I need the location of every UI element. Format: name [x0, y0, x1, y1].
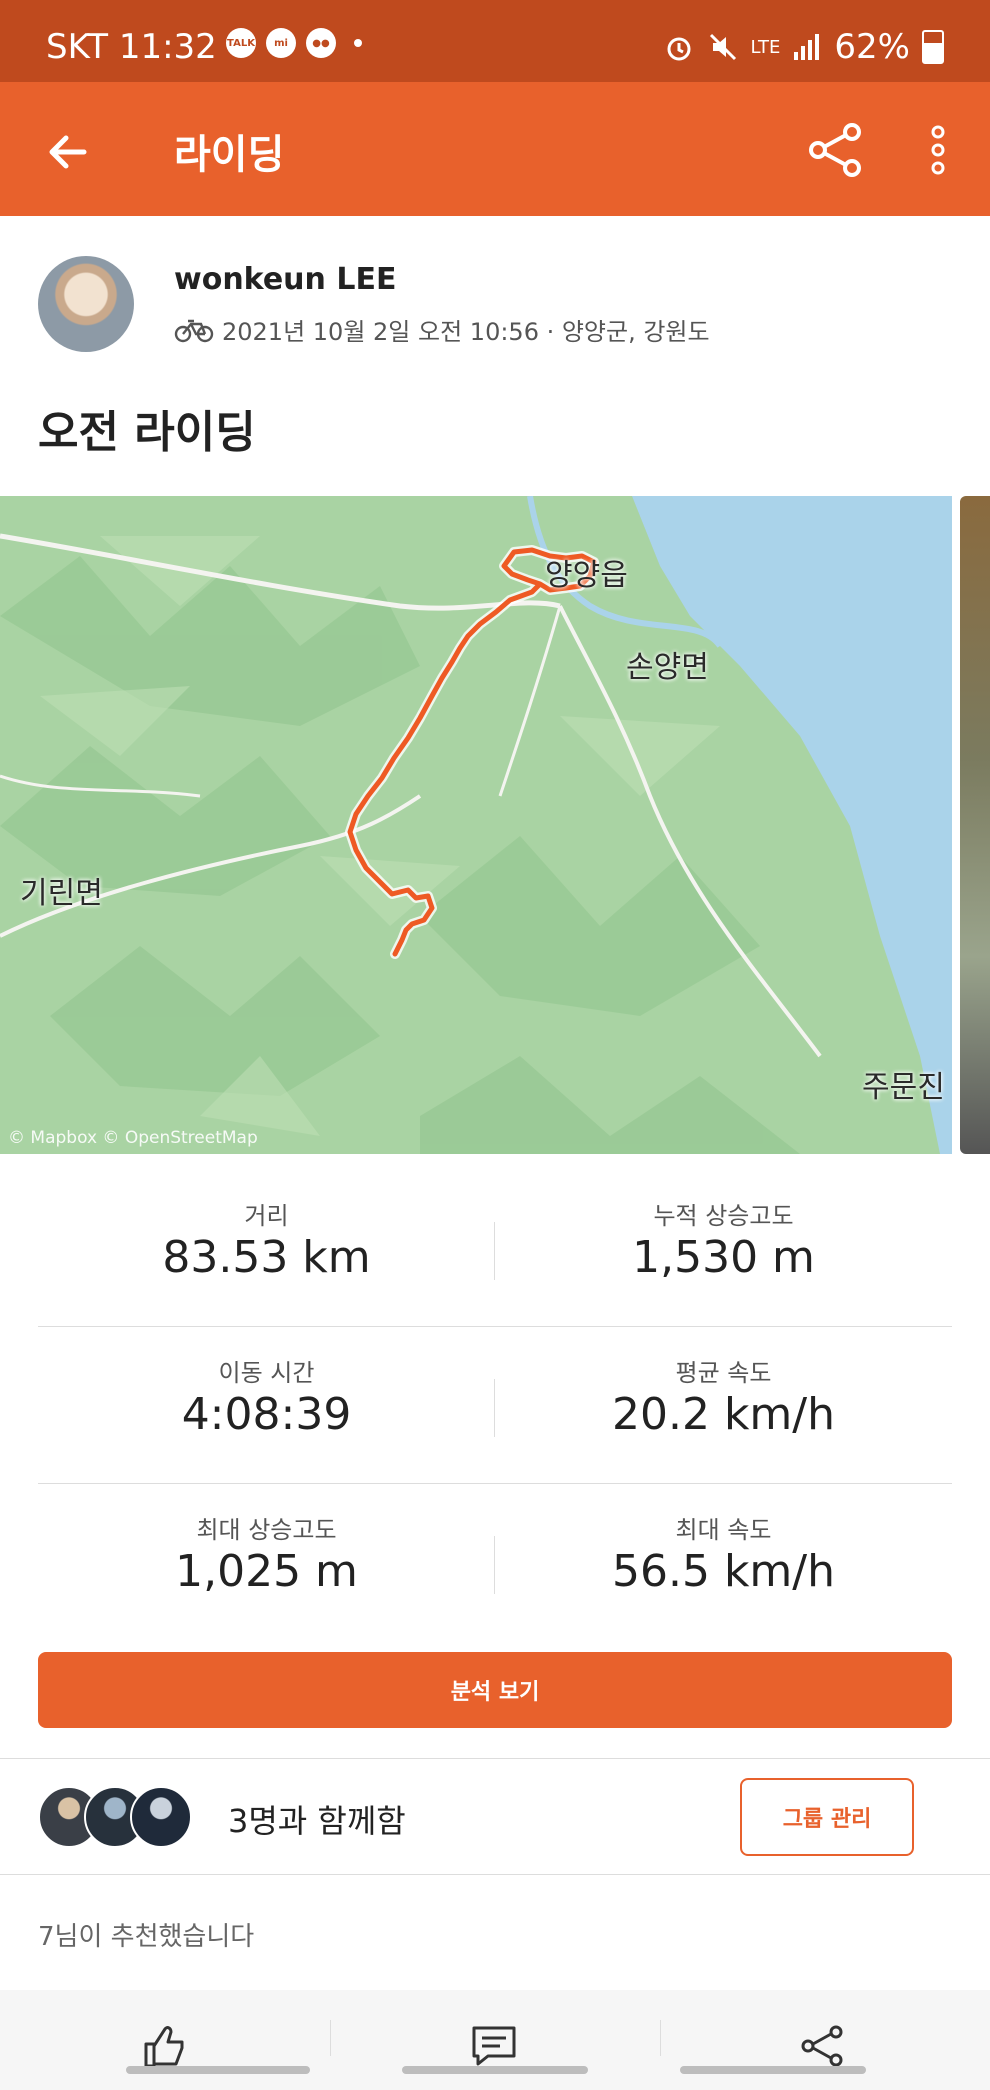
more-options-icon[interactable] [920, 118, 956, 182]
more-notifications-dot-icon [354, 39, 362, 47]
divider [660, 2020, 661, 2056]
share-icon[interactable] [796, 2020, 848, 2072]
signal-icon [794, 34, 820, 60]
athlete-name[interactable]: wonkeun LEE [174, 262, 396, 297]
stat-value: 1,025 m [175, 1546, 358, 1597]
stat-max-speed: 최대 속도 56.5 km/h [495, 1484, 952, 1640]
stat-label: 최대 속도 [675, 1516, 772, 1544]
activity-meta: 2021년 10월 2일 오전 10:56 · 양양군, 강원도 [174, 312, 710, 347]
thumbs-up-icon[interactable] [140, 2020, 192, 2072]
stat-avg-speed: 평균 속도 20.2 km/h [495, 1327, 952, 1483]
notification-icons: TALK mi ●● [226, 28, 362, 58]
page-title: 라이딩 [174, 132, 285, 178]
stat-max-elevation: 최대 상승고도 1,025 m [38, 1484, 495, 1640]
map-label-yangyang: 양양읍 [545, 558, 628, 593]
gesture-handle [126, 2066, 310, 2074]
back-arrow-icon[interactable] [40, 124, 96, 180]
divider [330, 2020, 331, 2056]
map-label-sonyang: 손양면 [626, 650, 709, 685]
stats-grid: 거리 83.53 km 누적 상승고도 1,530 m 이동 시간 4:08:3… [38, 1170, 952, 1640]
view-analysis-button[interactable]: 분석 보기 [38, 1652, 952, 1728]
mute-icon [709, 33, 736, 61]
activity-date-location: 2021년 10월 2일 오전 10:56 · 양양군, 강원도 [222, 318, 710, 346]
talk-icon: TALK [226, 28, 256, 58]
manage-group-button[interactable]: 그룹 관리 [740, 1778, 914, 1856]
stats-row: 거리 83.53 km 누적 상승고도 1,530 m [38, 1170, 952, 1327]
bottom-action-bar [0, 1990, 990, 2090]
map-label-jumunjin: 주문진 [862, 1070, 945, 1105]
activity-title: 오전 라이딩 [38, 407, 256, 458]
battery-icon [922, 30, 944, 64]
mi-icon: mi [266, 28, 296, 58]
stat-label: 누적 상승고도 [653, 1202, 794, 1230]
stat-label: 평균 속도 [675, 1359, 772, 1387]
avatar [130, 1786, 192, 1848]
status-right: LTE 62% [663, 27, 944, 67]
alarm-icon [667, 37, 690, 61]
stat-value: 20.2 km/h [611, 1389, 835, 1440]
stat-label: 최대 상승고도 [196, 1516, 337, 1544]
status-time: SKT 11:32 [46, 27, 217, 67]
stat-label: 거리 [244, 1202, 289, 1230]
stat-value: 56.5 km/h [611, 1546, 835, 1597]
stat-distance: 거리 83.53 km [38, 1170, 495, 1326]
share-icon[interactable] [804, 118, 868, 182]
stat-value: 4:08:39 [181, 1389, 352, 1440]
group-avatars[interactable] [38, 1786, 198, 1848]
app-bar: 라이딩 [0, 82, 990, 216]
stat-elevation-gain: 누적 상승고도 1,530 m [495, 1170, 952, 1326]
map-label-girin: 기린면 [20, 876, 103, 911]
stat-value: 1,530 m [632, 1232, 815, 1283]
group-participants-text[interactable]: 3명과 함께함 [228, 1796, 406, 1842]
route-map[interactable]: 양양읍 손양면 기린면 주문진 © Mapbox © OpenStreetMap [0, 496, 952, 1154]
stat-label: 이동 시간 [218, 1359, 315, 1387]
map-canvas [0, 496, 952, 1154]
stat-moving-time: 이동 시간 4:08:39 [38, 1327, 495, 1483]
kudos-count[interactable]: 7님이 추천했습니다 [38, 1916, 254, 1953]
gesture-handle [402, 2066, 588, 2074]
status-bar: SKT 11:32 TALK mi ●● LTE 62% [0, 0, 990, 82]
stat-value: 83.53 km [162, 1232, 371, 1283]
stats-row: 이동 시간 4:08:39 평균 속도 20.2 km/h [38, 1327, 952, 1484]
bicycle-icon [174, 319, 214, 342]
stats-row: 최대 상승고도 1,025 m 최대 속도 56.5 km/h [38, 1484, 952, 1640]
activity-photo-thumbnail[interactable] [960, 496, 990, 1154]
comment-icon[interactable] [468, 2020, 520, 2072]
divider [0, 1874, 990, 1875]
battery-percent: 62% [834, 27, 910, 67]
map-attribution[interactable]: © Mapbox © OpenStreetMap [8, 1128, 258, 1148]
gesture-handle [680, 2066, 866, 2074]
network-type: LTE [750, 36, 781, 58]
divider [0, 1758, 990, 1759]
wechat-icon: ●● [306, 28, 336, 58]
athlete-avatar[interactable] [38, 256, 134, 352]
